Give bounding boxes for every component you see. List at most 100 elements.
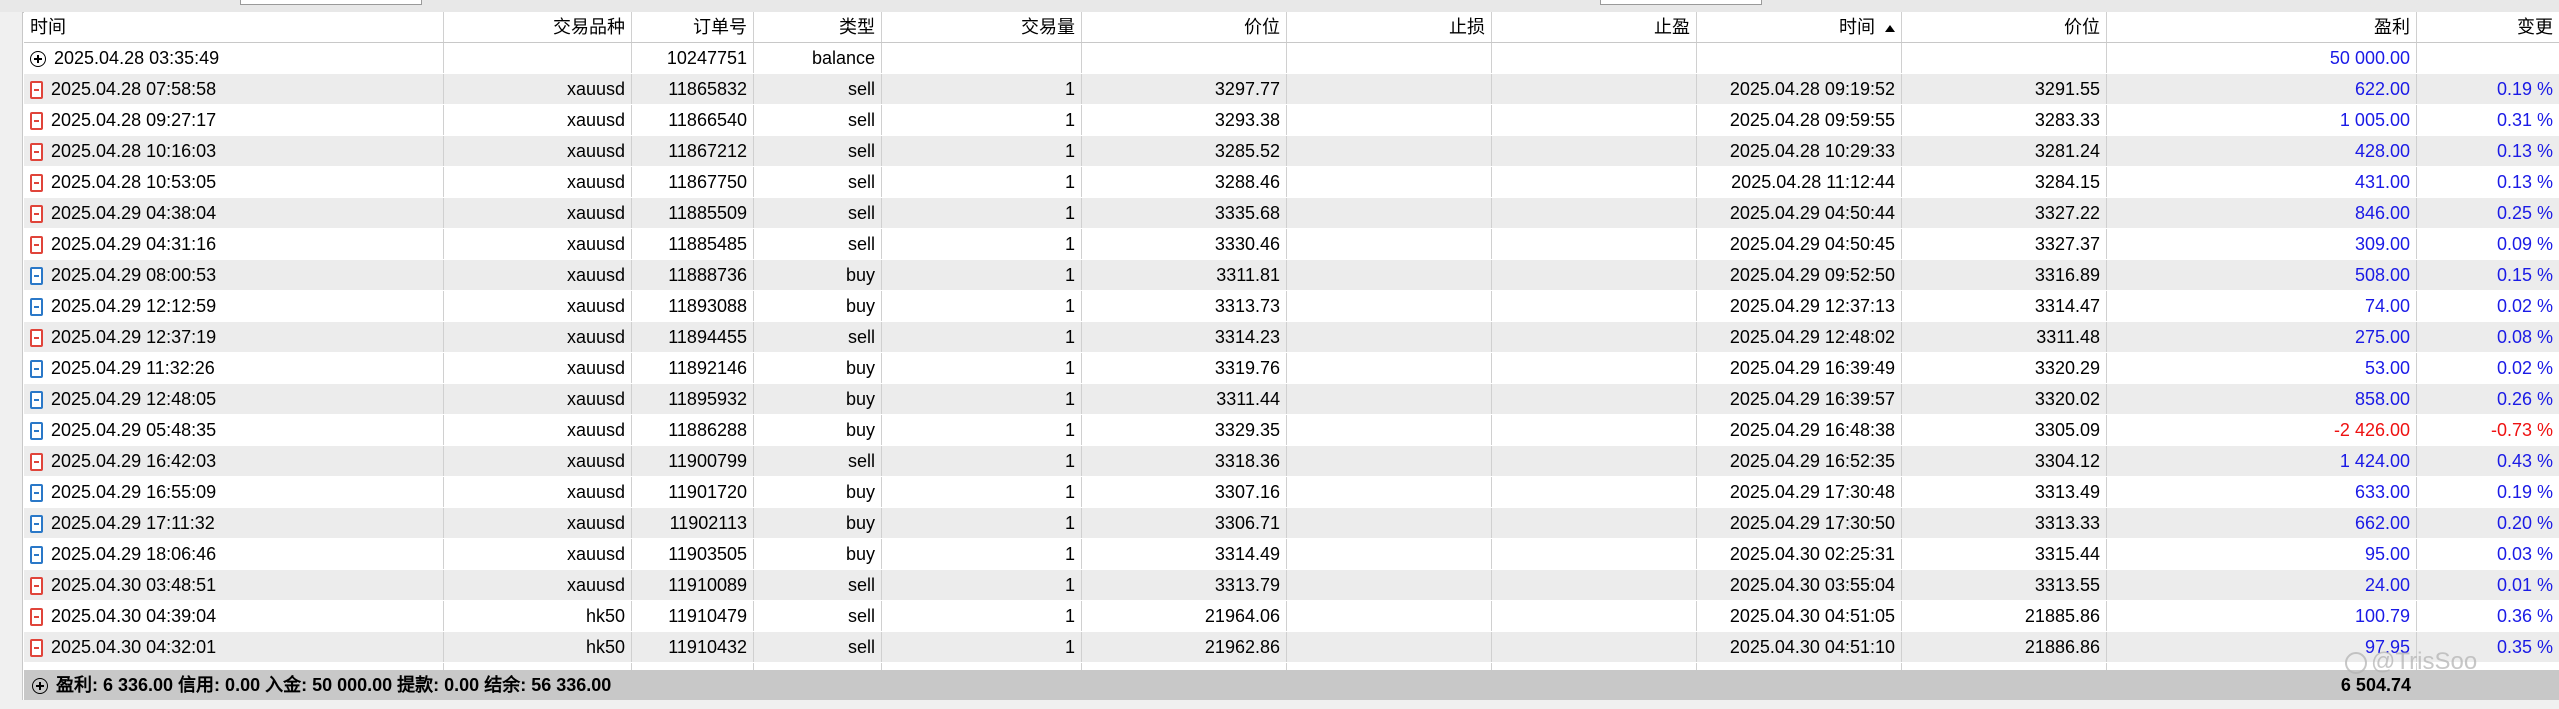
cell-price: 3314.49 [1082,539,1287,569]
balance-row[interactable]: 2025.04.28 03:35:49 10247751 balance 50 … [24,43,2559,74]
cell-change: 0.02 % [2496,296,2553,316]
watermark-logo-icon [2345,651,2367,674]
cell-price: 3313.73 [1082,291,1287,321]
cell-time: 2025.04.30 03:48:51 [24,570,444,600]
col-header-tp[interactable]: 止盈 [1492,12,1697,42]
col-header-price[interactable]: 价位 [1082,12,1287,42]
cell-profit: 431.00 [2107,167,2417,197]
cell-close-time: 2025.04.30 04:51:10 [1697,632,1902,662]
cell-tp [1492,322,1697,352]
cell-close-time: 2025.04.28 09:19:52 [1697,74,1902,104]
cell-change: 0.36 % [2496,606,2553,626]
cell-type: buy [754,539,882,569]
tab-stub[interactable] [1600,0,1762,5]
cell-profit: 508.00 [2107,260,2417,290]
expand-plus-icon[interactable] [30,51,46,68]
cell-price: 3318.36 [1082,446,1287,476]
cell-close-time: 2025.04.29 12:37:13 [1697,291,1902,321]
table-row[interactable]: 2025.04.28 07:58:58 xauusd 11865832 sell 1 32… [24,74,2559,105]
cell-close-time: 2025.04.29 17:30:50 [1697,508,1902,538]
tab-stub[interactable] [240,0,422,5]
col-header-symbol[interactable]: 交易品种 [444,12,632,42]
cell-price: 3313.79 [1082,570,1287,600]
cell-tp [1492,570,1697,600]
col-header-close-time[interactable]: 时间 [1697,12,1902,42]
cell-price: 3330.46 [1082,229,1287,259]
cell-volume: 1 [882,353,1082,383]
cell-type: balance [754,43,882,73]
cell-symbol: xauusd [444,353,632,383]
cell-sl [1287,229,1492,259]
col-header-sl[interactable]: 止损 [1287,12,1492,42]
cell-tp [1492,415,1697,445]
cell-price: 3329.35 [1082,415,1287,445]
table-row[interactable]: 2025.04.29 16:55:09 xauusd 11901720 buy 1 330… [24,477,2559,508]
col-header-order[interactable]: 订单号 [632,12,754,42]
cell-price: 3319.76 [1082,353,1287,383]
table-header: 时间 交易品种 订单号 类型 交易量 价位 止损 止盈 时间 价位 盈利 变更 [24,12,2559,43]
cell-volume: 1 [882,415,1082,445]
cell-change: 0.25 % [2496,203,2553,223]
table-row[interactable]: 2025.04.30 04:32:01 hk50 11910432 sell 1 2196… [24,632,2559,663]
table-row[interactable]: 2025.04.30 04:39:04 hk50 11910479 sell 1 2196… [24,601,2559,632]
cell-price: 3285.52 [1082,136,1287,166]
cell-order: 11894455 [632,322,754,352]
cell-type: sell [754,570,882,600]
sell-order-icon [30,81,43,100]
cell-close-price: 3313.55 [1902,570,2107,600]
cell-price: 3293.38 [1082,105,1287,135]
cell-close-price: 3283.33 [1902,105,2107,135]
table-row[interactable]: 2025.04.29 04:31:16 xauusd 11885485 sell 1 33… [24,229,2559,260]
table-row[interactable]: 2025.04.28 10:16:03 xauusd 11867212 sell 1 32… [24,136,2559,167]
cell-order: 11867750 [632,167,754,197]
cell-close-price: 3291.55 [1902,74,2107,104]
table-row[interactable]: 2025.04.29 08:00:53 xauusd 11888736 buy 1 331… [24,260,2559,291]
cell-time: 2025.04.28 10:53:05 [24,167,444,197]
cell-volume: 1 [882,167,1082,197]
col-header-close-price[interactable]: 价位 [1902,12,2107,42]
cell-type: sell [754,198,882,228]
table-row[interactable]: 2025.04.29 12:12:59 xauusd 11893088 buy 1 331… [24,291,2559,322]
col-header-change[interactable]: 变更 [2417,12,2559,42]
cell-price: 3297.77 [1082,74,1287,104]
expand-plus-icon[interactable] [32,678,48,695]
cell-change: 0.20 % [2496,513,2553,533]
table-row[interactable]: 2025.04.29 11:32:26 xauusd 11892146 buy 1 331… [24,353,2559,384]
cell-change: 0.01 % [2496,575,2553,595]
table-row[interactable]: 2025.04.29 18:06:46 xauusd 11903505 buy 1 331… [24,539,2559,570]
cell-close-time: 2025.04.29 12:48:02 [1697,322,1902,352]
col-header-time[interactable]: 时间 [24,12,444,42]
cell-close-time: 2025.04.29 16:52:35 [1697,446,1902,476]
col-header-type[interactable]: 类型 [754,12,882,42]
table-row[interactable]: 2025.04.30 03:48:51 xauusd 11910089 sell 1 33… [24,570,2559,601]
col-header-volume[interactable]: 交易量 [882,12,1082,42]
table-row[interactable]: 2025.04.29 12:48:05 xauusd 11895932 buy 1 331… [24,384,2559,415]
cell-type: sell [754,74,882,104]
cell-close-price: 3315.44 [1902,539,2107,569]
cell-symbol: xauusd [444,477,632,507]
cell-close-price: 3327.22 [1902,198,2107,228]
cell-type: sell [754,167,882,197]
cell-order: 11895932 [632,384,754,414]
cell-symbol: xauusd [444,198,632,228]
cell-sl [1287,260,1492,290]
cell-close-price: 3316.89 [1902,260,2107,290]
sell-order-icon [30,236,43,255]
cell-profit: 275.00 [2107,322,2417,352]
cell-symbol: xauusd [444,415,632,445]
cell-profit: 622.00 [2107,74,2417,104]
cell-tp [1492,632,1697,662]
table-row[interactable]: 2025.04.29 17:11:32 xauusd 11902113 buy 1 330… [24,508,2559,539]
cell-profit: 846.00 [2107,198,2417,228]
col-header-profit[interactable]: 盈利 [2107,12,2417,42]
table-row[interactable]: 2025.04.29 16:42:03 xauusd 11900799 sell 1 33… [24,446,2559,477]
table-row[interactable]: 2025.04.28 09:27:17 xauusd 11866540 sell 1 32… [24,105,2559,136]
cell-type: buy [754,384,882,414]
summary-text: 盈利: 6 336.00 信用: 0.00 入金: 50 000.00 提款: … [32,670,611,700]
table-row[interactable]: 2025.04.29 05:48:35 xauusd 11886288 buy 1 332… [24,415,2559,446]
table-row[interactable]: 2025.04.29 12:37:19 xauusd 11894455 sell 1 33… [24,322,2559,353]
cell-time: 2025.04.28 03:35:49 [24,43,444,73]
table-row[interactable]: 2025.04.28 10:53:05 xauusd 11867750 sell 1 32… [24,167,2559,198]
table-row[interactable]: 2025.04.29 04:38:04 xauusd 11885509 sell 1 33… [24,198,2559,229]
cell-sl [1287,415,1492,445]
